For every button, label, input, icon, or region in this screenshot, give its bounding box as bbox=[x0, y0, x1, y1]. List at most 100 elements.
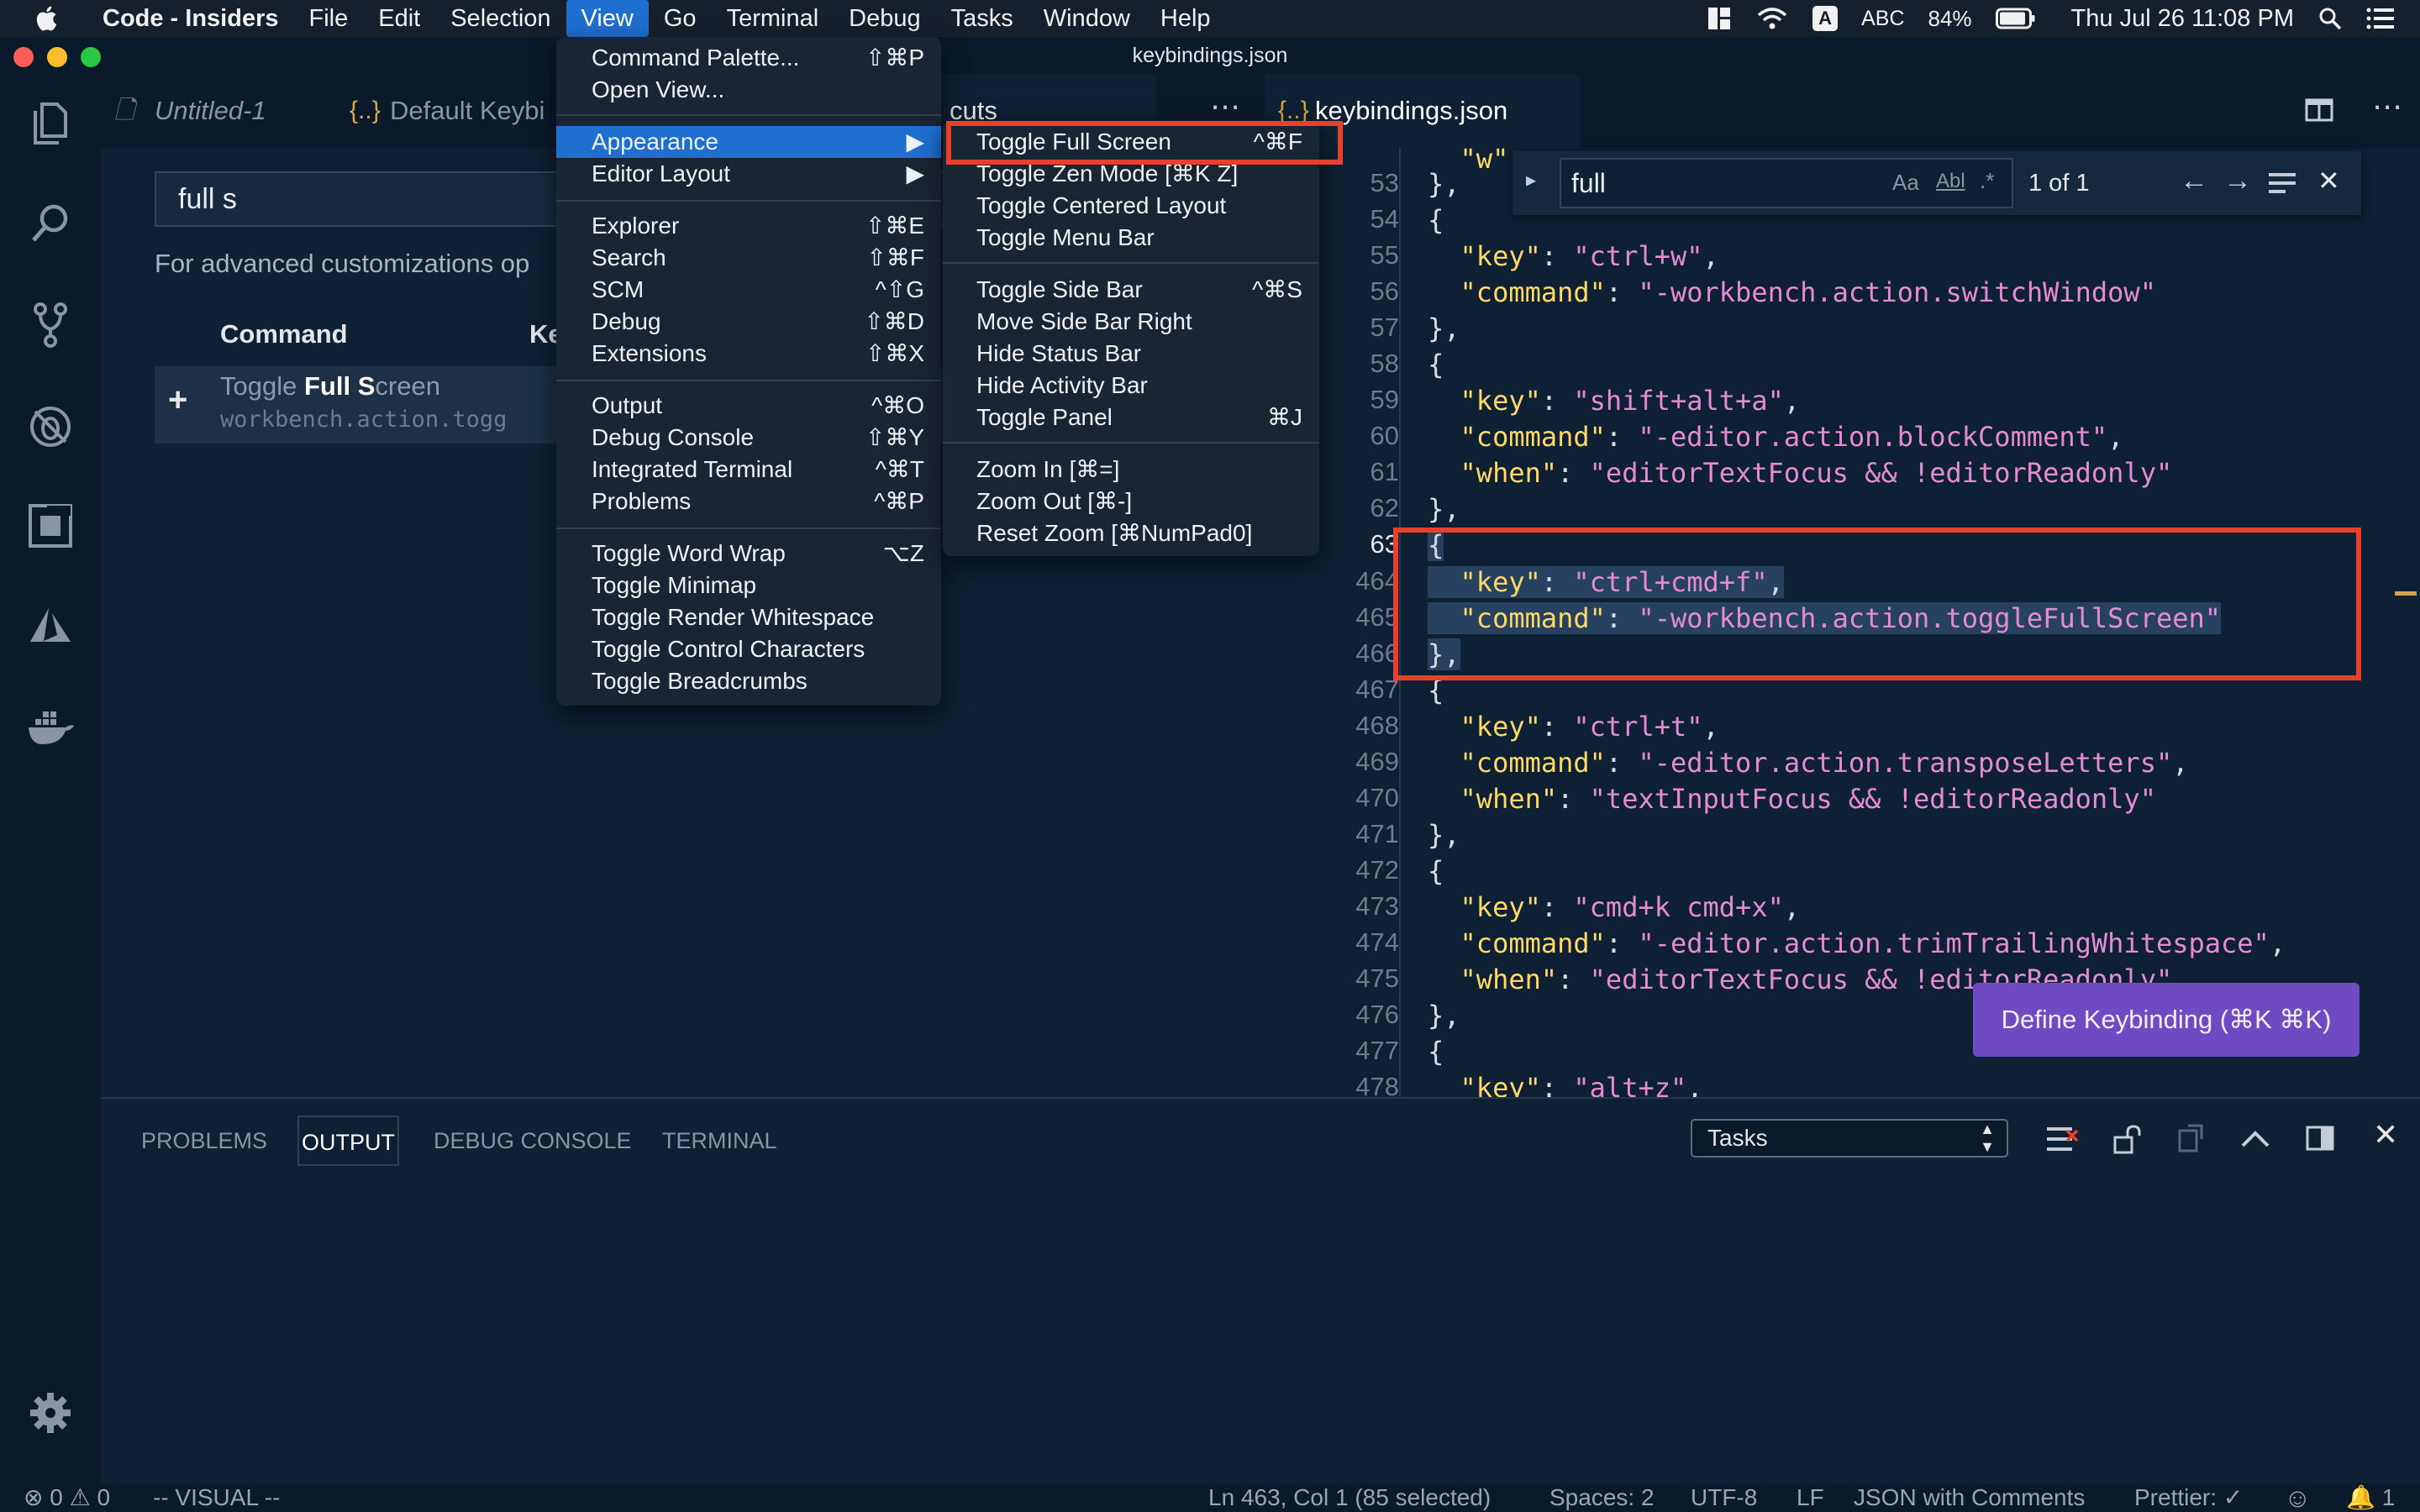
code-line[interactable]: }, bbox=[1428, 819, 1460, 851]
code-line[interactable]: }, bbox=[1428, 168, 1460, 200]
view-menu-item-scm[interactable]: SCM ^⇧G bbox=[556, 274, 941, 306]
menubar-app-name[interactable]: Code - Insiders bbox=[87, 0, 294, 37]
menubar-terminal[interactable]: Terminal bbox=[712, 0, 834, 37]
azure-icon[interactable] bbox=[25, 601, 76, 652]
language-mode[interactable]: JSON with Comments bbox=[1854, 1483, 2085, 1512]
menubar-tasks[interactable]: Tasks bbox=[936, 0, 1028, 37]
panel-tab-problems[interactable]: PROBLEMS bbox=[138, 1116, 271, 1166]
feedback-smiley-icon[interactable]: ☺ bbox=[2284, 1483, 2312, 1512]
panel-tab-output[interactable]: OUTPUT bbox=[297, 1116, 399, 1166]
menubar-file[interactable]: File bbox=[294, 0, 364, 37]
explorer-icon[interactable] bbox=[25, 97, 76, 148]
appearance-menu-item-zoom-out[interactable]: Zoom Out [⌘-] bbox=[943, 486, 1319, 517]
more-actions-icon[interactable]: ⋯ bbox=[2372, 89, 2402, 124]
indentation[interactable]: Spaces: 2 bbox=[1549, 1483, 1655, 1512]
panel-tab-terminal[interactable]: TERMINAL bbox=[659, 1116, 781, 1166]
close-panel-icon[interactable]: ✕ bbox=[2373, 1117, 2398, 1152]
view-menu-item-toggle-breadcrumbs[interactable]: Toggle Breadcrumbs bbox=[556, 665, 941, 697]
menubar-window[interactable]: Window bbox=[1028, 0, 1145, 37]
code-line[interactable]: "command": "-editor.action.blockComment"… bbox=[1428, 421, 2124, 453]
view-menu-item-integrated-terminal[interactable]: Integrated Terminal ^⌘T bbox=[556, 454, 941, 486]
view-menu-item-explorer[interactable]: Explorer ⇧⌘E bbox=[556, 210, 941, 242]
wifi-icon[interactable] bbox=[1755, 6, 1789, 31]
view-menu-item-problems[interactable]: Problems ^⌘P bbox=[556, 486, 941, 517]
end-of-line[interactable]: LF bbox=[1797, 1483, 1824, 1512]
output-channel-select[interactable]: Tasks ▲ ▼ bbox=[1691, 1119, 2008, 1158]
appearance-menu-item-toggle-centered-layout[interactable]: Toggle Centered Layout bbox=[943, 190, 1319, 222]
apple-icon[interactable] bbox=[34, 4, 62, 33]
code-line[interactable]: "command": "-workbench.action.switchWind… bbox=[1428, 276, 2156, 308]
toggle-panel-position-icon[interactable] bbox=[2306, 1126, 2334, 1151]
scroll-lock-icon[interactable] bbox=[2112, 1124, 2141, 1156]
menubar-selection[interactable]: Selection bbox=[435, 0, 566, 37]
battery-percent[interactable]: 84% bbox=[1928, 6, 1972, 32]
code-line[interactable]: { bbox=[1428, 1036, 1444, 1068]
appearance-menu-item-reset-zoom-numpad0[interactable]: Reset Zoom [⌘NumPad0] bbox=[943, 517, 1319, 549]
menubar-help[interactable]: Help bbox=[1145, 0, 1226, 37]
toggle-replace-icon[interactable]: ▸ bbox=[1526, 168, 1536, 192]
code-line[interactable]: "when": "textInputFocus && !editorReadon… bbox=[1428, 783, 2156, 815]
code-line[interactable]: "command": "-editor.action.trimTrailingW… bbox=[1428, 927, 2286, 959]
define-keybinding-button[interactable]: Define Keybinding (⌘K ⌘K) bbox=[1973, 983, 2360, 1057]
view-menu-item-editor-layout[interactable]: Editor Layout ▶ bbox=[556, 158, 941, 190]
whole-word-toggle[interactable]: Abl bbox=[1936, 170, 1965, 193]
code-line[interactable]: }, bbox=[1428, 1000, 1460, 1032]
prettier-status[interactable]: Prettier: ✓ bbox=[2134, 1483, 2243, 1512]
code-line[interactable]: "when": "editorTextFocus && !editorReado… bbox=[1428, 457, 2173, 489]
code-line[interactable]: "command": "-editor.action.transposeLett… bbox=[1428, 747, 2189, 779]
maximize-window-button[interactable] bbox=[81, 47, 101, 67]
debug-icon[interactable] bbox=[25, 400, 76, 450]
search-icon[interactable] bbox=[25, 198, 76, 249]
extensions-icon[interactable] bbox=[25, 501, 76, 551]
settings-gear-icon[interactable] bbox=[25, 1388, 76, 1438]
view-menu-item-open-view[interactable]: Open View... bbox=[556, 74, 941, 106]
view-menu-item-extensions[interactable]: Extensions ⇧⌘X bbox=[556, 338, 941, 370]
menubar-edit[interactable]: Edit bbox=[363, 0, 435, 37]
next-match-icon[interactable]: → bbox=[2223, 165, 2252, 197]
source-control-icon[interactable] bbox=[25, 299, 76, 349]
code-line[interactable]: "key": "ctrl+t", bbox=[1428, 711, 1719, 743]
view-menu-item-command-palette[interactable]: Command Palette... ⇧⌘P bbox=[556, 42, 941, 74]
menubar-go[interactable]: Go bbox=[649, 0, 712, 37]
code-line[interactable]: "key": "cmd+k cmd+x", bbox=[1428, 891, 1801, 923]
window-layout-icon[interactable] bbox=[1707, 6, 1732, 31]
tab-untitled-1[interactable]: 🗋 Untitled-1 bbox=[101, 74, 334, 148]
view-menu-item-debug[interactable]: Debug ⇧⌘D bbox=[556, 306, 941, 338]
docker-icon[interactable] bbox=[25, 702, 76, 753]
code-line[interactable]: "key": "alt+z", bbox=[1428, 1072, 1703, 1097]
view-menu-item-search[interactable]: Search ⇧⌘F bbox=[556, 242, 941, 274]
code-line[interactable]: }, bbox=[1428, 493, 1460, 525]
close-find-icon[interactable]: ✕ bbox=[2317, 165, 2340, 197]
find-in-selection-icon[interactable] bbox=[2269, 171, 2296, 195]
code-line[interactable]: { bbox=[1428, 349, 1444, 381]
appearance-menu-item-toggle-menu-bar[interactable]: Toggle Menu Bar bbox=[943, 222, 1319, 254]
match-case-toggle[interactable]: Aa bbox=[1892, 170, 1919, 196]
add-keybinding-icon[interactable]: + bbox=[168, 381, 187, 419]
appearance-menu-item-toggle-side-bar[interactable]: Toggle Side Bar ^⌘S bbox=[943, 274, 1319, 306]
view-menu-item-appearance[interactable]: Appearance ▶ bbox=[556, 126, 941, 158]
input-source-icon[interactable]: A bbox=[1812, 6, 1839, 31]
more-actions-icon[interactable]: ⋯ bbox=[1210, 89, 1240, 124]
spotlight-search-icon[interactable] bbox=[2317, 6, 2343, 31]
battery-icon[interactable] bbox=[1995, 8, 2036, 29]
open-log-file-icon[interactable] bbox=[2176, 1124, 2205, 1154]
regex-toggle[interactable]: .* bbox=[1980, 168, 1994, 194]
notifications[interactable]: 🔔 1 bbox=[2346, 1483, 2395, 1512]
minimize-window-button[interactable] bbox=[47, 47, 67, 67]
appearance-menu-item-hide-activity-bar[interactable]: Hide Activity Bar bbox=[943, 370, 1319, 402]
panel-tab-debug-console[interactable]: DEBUG CONSOLE bbox=[430, 1116, 635, 1166]
previous-match-icon[interactable]: ← bbox=[2180, 165, 2208, 197]
input-source-label[interactable]: ABC bbox=[1861, 7, 1904, 31]
appearance-menu-item-move-side-bar-right[interactable]: Move Side Bar Right bbox=[943, 306, 1319, 338]
view-menu-item-debug-console[interactable]: Debug Console ⇧⌘Y bbox=[556, 422, 941, 454]
code-line[interactable]: }, bbox=[1428, 312, 1460, 344]
encoding[interactable]: UTF-8 bbox=[1691, 1483, 1757, 1512]
view-menu-item-toggle-word-wrap[interactable]: Toggle Word Wrap ⌥Z bbox=[556, 538, 941, 570]
code-line[interactable]: { bbox=[1428, 855, 1444, 887]
appearance-menu-item-hide-status-bar[interactable]: Hide Status Bar bbox=[943, 338, 1319, 370]
problems-status[interactable]: ⊗ 0 ⚠ 0 bbox=[24, 1483, 110, 1512]
view-menu-item-toggle-render-whitespace[interactable]: Toggle Render Whitespace bbox=[556, 601, 941, 633]
view-menu-item-toggle-control-characters[interactable]: Toggle Control Characters bbox=[556, 633, 941, 665]
view-menu-item-toggle-minimap[interactable]: Toggle Minimap bbox=[556, 570, 941, 601]
menubar-debug[interactable]: Debug bbox=[834, 0, 935, 37]
